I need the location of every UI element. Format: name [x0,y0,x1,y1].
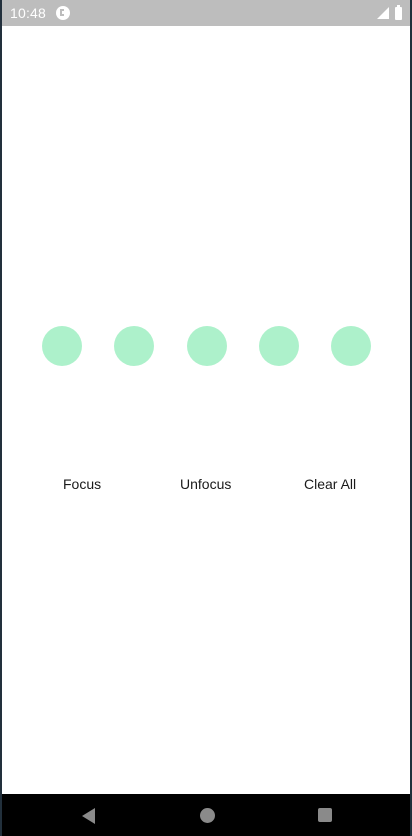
otp-cell-2[interactable] [114,326,154,366]
otp-cell-3[interactable] [187,326,227,366]
cellular-signal-icon [377,7,389,19]
recents-icon[interactable] [318,808,332,822]
focus-button[interactable]: Focus [63,470,101,498]
otp-input-row [2,326,410,368]
status-time: 10:48 [10,5,47,21]
status-indicators [377,4,402,20]
clear-all-button[interactable]: Clear All [304,470,356,498]
notification-app-icon [56,6,71,20]
otp-cell-1[interactable] [42,326,82,366]
action-buttons: Focus Unfocus Clear All [2,470,410,498]
app-screen: 10:48 Focus Unfocus Clear All [0,0,412,836]
unfocus-button[interactable]: Unfocus [180,470,231,498]
system-navigation-bar [2,794,410,836]
home-icon[interactable] [200,808,215,823]
otp-cell-5[interactable] [331,326,371,366]
otp-cell-4[interactable] [259,326,299,366]
status-bar: 10:48 [2,0,410,26]
back-icon[interactable] [82,808,95,824]
battery-icon [395,4,402,20]
